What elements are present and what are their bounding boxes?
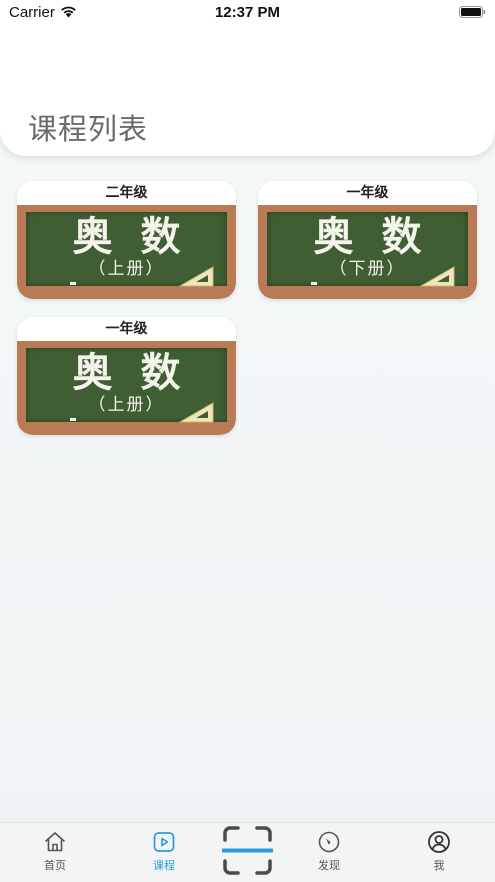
course-grade-label: 一年级 bbox=[17, 317, 236, 341]
tab-courses[interactable]: 课程 bbox=[129, 830, 199, 873]
status-time: 12:37 PM bbox=[214, 4, 281, 21]
tab-home[interactable]: 首页 bbox=[20, 830, 90, 873]
chalkboard: 奥数 （下册） bbox=[267, 212, 468, 287]
course-title: 奥数 bbox=[313, 213, 450, 260]
status-bar: Carrier 12:37 PM bbox=[0, 0, 495, 28]
tab-discover[interactable]: 发现 bbox=[294, 830, 364, 873]
course-grade-label: 一年级 bbox=[258, 181, 477, 205]
course-grade-label: 二年级 bbox=[17, 181, 236, 205]
tab-me-label: 我 bbox=[433, 859, 445, 872]
user-icon bbox=[428, 831, 450, 853]
chalkboard-frame: 奥数 （上册） bbox=[17, 341, 236, 435]
course-card[interactable]: 一年级 奥数 （上册） bbox=[17, 317, 236, 435]
scan-icon[interactable] bbox=[222, 825, 273, 876]
chalk-mark bbox=[311, 282, 317, 285]
home-icon bbox=[45, 832, 65, 852]
chalkboard: 奥数 （上册） bbox=[26, 212, 227, 287]
battery-icon bbox=[459, 6, 486, 18]
play-icon bbox=[153, 832, 175, 852]
chalk-mark bbox=[70, 282, 76, 285]
page-title: 课程列表 bbox=[28, 112, 149, 146]
tab-home-label: 首页 bbox=[44, 859, 66, 872]
tab-me[interactable]: 我 bbox=[404, 830, 474, 873]
chalkboard-frame: 奥数 （下册） bbox=[258, 205, 477, 299]
course-card[interactable]: 二年级 奥数 （上册） bbox=[17, 181, 236, 299]
triangle-ruler-icon bbox=[179, 402, 214, 423]
course-title: 奥数 bbox=[72, 349, 209, 396]
course-card[interactable]: 一年级 奥数 （下册） bbox=[258, 181, 477, 299]
triangle-ruler-icon bbox=[179, 266, 214, 287]
compass-icon bbox=[318, 831, 340, 853]
tab-courses-label: 课程 bbox=[153, 859, 175, 872]
chalkboard-frame: 奥数 （上册） bbox=[17, 205, 236, 299]
course-title: 奥数 bbox=[72, 213, 209, 260]
tab-discover-label: 发现 bbox=[318, 859, 340, 872]
triangle-ruler-icon bbox=[420, 266, 455, 287]
chalk-mark bbox=[70, 418, 76, 421]
chalkboard: 奥数 （上册） bbox=[26, 348, 227, 423]
